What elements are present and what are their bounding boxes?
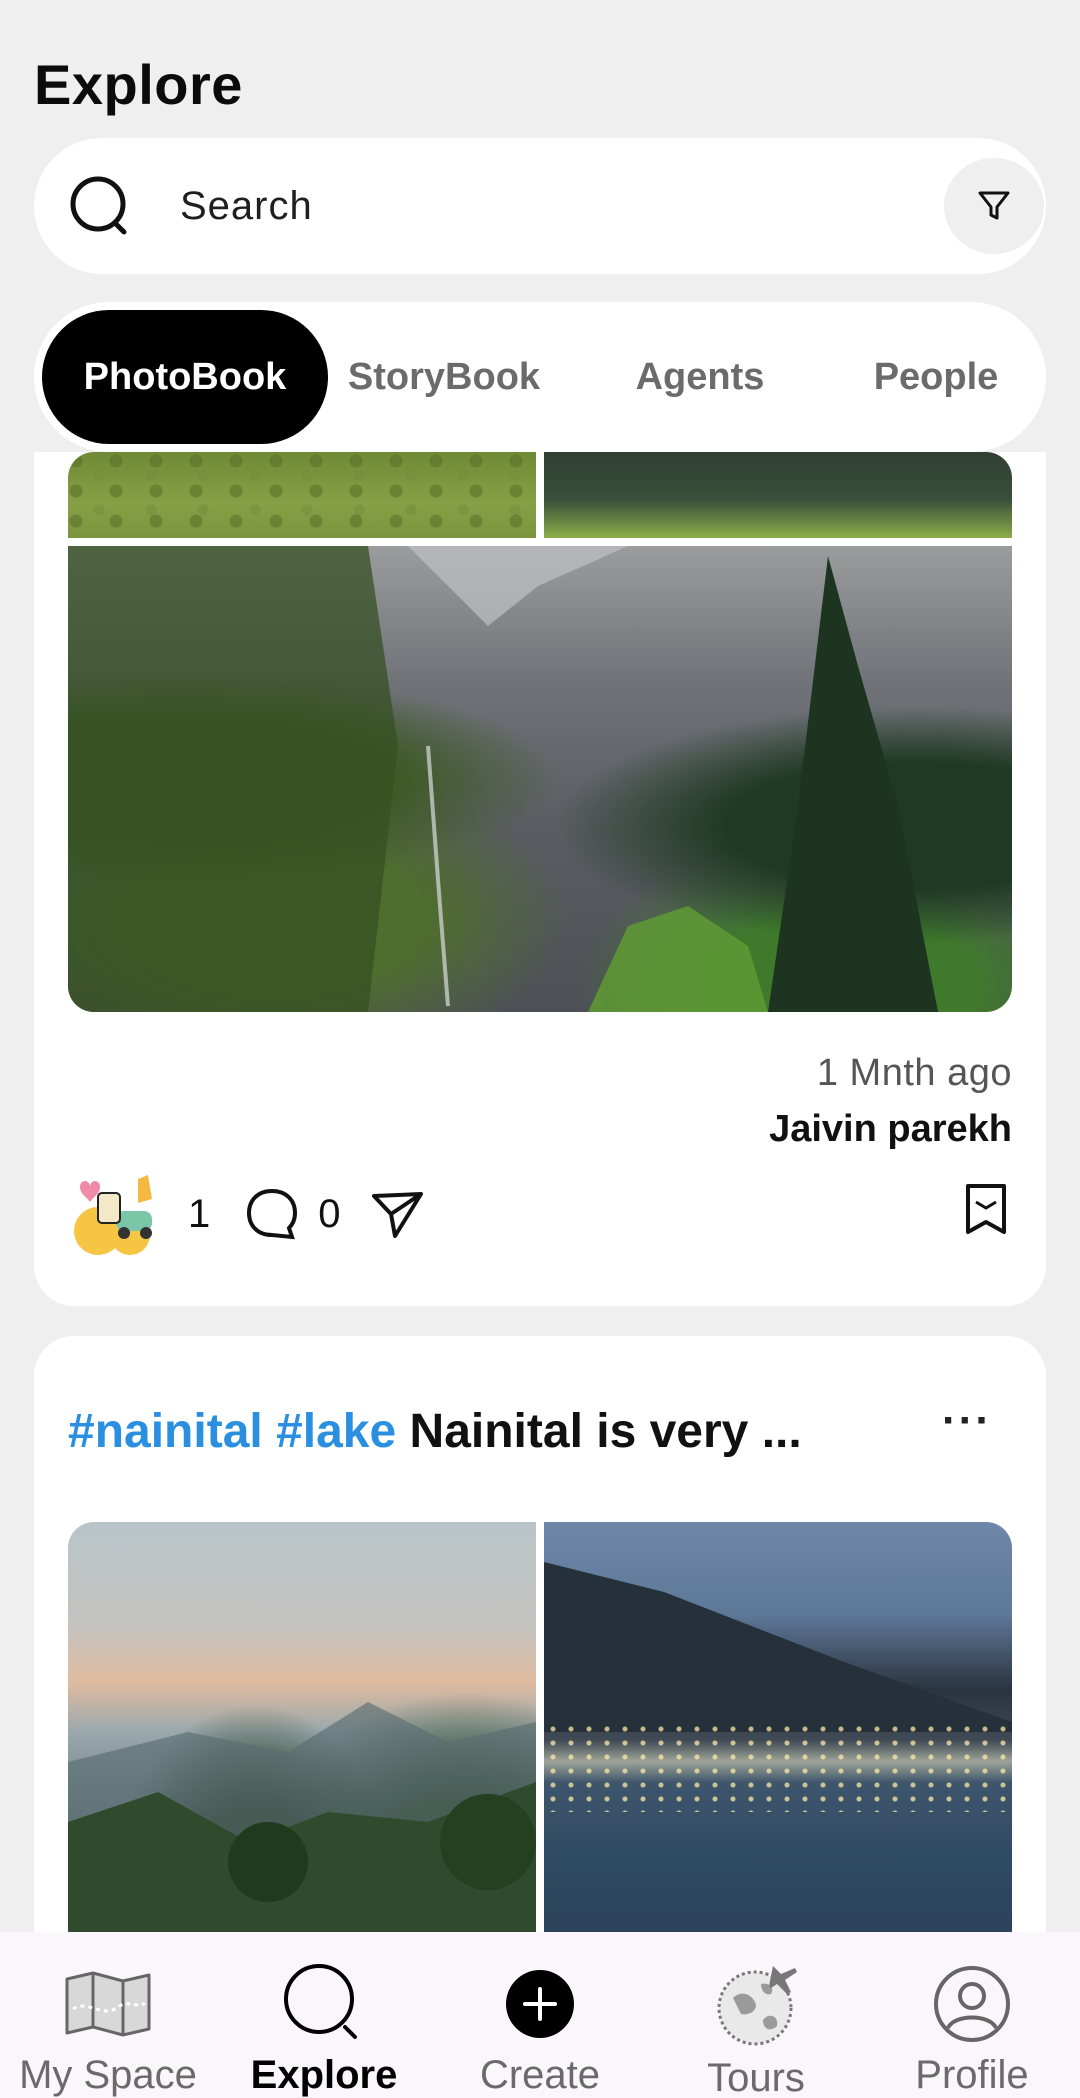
search-icon bbox=[70, 176, 127, 235]
search-bar[interactable]: Search bbox=[34, 138, 1046, 274]
nav-my-space[interactable]: My Space bbox=[0, 1932, 216, 2098]
globe-plane-icon bbox=[717, 1966, 797, 2046]
filter-button[interactable] bbox=[944, 158, 1044, 254]
tab-bar: PhotoBook StoryBook Agents People bbox=[34, 302, 1046, 452]
tab-agents[interactable]: Agents bbox=[620, 310, 780, 444]
tab-people[interactable]: People bbox=[846, 310, 1026, 444]
search-icon bbox=[284, 1963, 357, 2039]
nav-label: Profile bbox=[915, 2053, 1029, 2097]
hashtag[interactable]: #lake bbox=[276, 1405, 396, 1458]
post-photo[interactable] bbox=[544, 452, 1012, 538]
nav-create[interactable]: Create bbox=[432, 1932, 648, 2098]
nav-label: My Space bbox=[19, 2053, 197, 2097]
bookmark-icon[interactable] bbox=[960, 1182, 1012, 1238]
filter-icon bbox=[978, 191, 1010, 220]
page-title: Explore bbox=[34, 53, 243, 116]
plus-circle-icon bbox=[506, 1969, 574, 2038]
comment-count: 0 bbox=[318, 1191, 341, 1236]
feed[interactable]: 1 Mnth ago Jaivin parekh 1 0 #nainital #… bbox=[0, 452, 1080, 1932]
map-icon bbox=[65, 1971, 151, 2036]
nav-explore[interactable]: Explore bbox=[216, 1932, 432, 2098]
nav-label: Explore bbox=[250, 2053, 398, 2097]
post-author[interactable]: Jaivin parekh bbox=[769, 1108, 1012, 1151]
nav-label: Tours bbox=[707, 2056, 805, 2098]
post-photo[interactable] bbox=[544, 1522, 1012, 1932]
profile-icon bbox=[934, 1965, 1010, 2042]
post-photo-large[interactable] bbox=[68, 546, 1012, 1012]
bottom-nav: My Space Explore Create Tours Profile bbox=[0, 1932, 1080, 2098]
post-card: #nainital #lake Nainital is very ... ··· bbox=[34, 1336, 1046, 1932]
nav-label: Create bbox=[479, 2053, 601, 2097]
post-caption[interactable]: #nainital #lake Nainital is very ... bbox=[68, 1404, 802, 1459]
post-actions: 1 0 bbox=[68, 1164, 425, 1264]
post-card: 1 Mnth ago Jaivin parekh 1 0 bbox=[34, 452, 1046, 1306]
search-input[interactable]: Search bbox=[180, 184, 313, 229]
reaction-stack-icon[interactable] bbox=[68, 1169, 168, 1259]
nav-profile[interactable]: Profile bbox=[864, 1932, 1080, 2098]
tab-storybook[interactable]: StoryBook bbox=[344, 310, 544, 444]
tab-photobook[interactable]: PhotoBook bbox=[42, 310, 328, 444]
caption-text: Nainital is very ... bbox=[409, 1405, 802, 1458]
post-photo[interactable] bbox=[68, 452, 536, 538]
more-options-button[interactable]: ··· bbox=[942, 1396, 992, 1446]
reaction-count: 1 bbox=[188, 1191, 211, 1236]
hashtag[interactable]: #nainital bbox=[68, 1405, 263, 1458]
nav-tours[interactable]: Tours bbox=[648, 1932, 864, 2098]
post-photo[interactable] bbox=[68, 1522, 536, 1932]
post-time: 1 Mnth ago bbox=[816, 1052, 1012, 1094]
share-icon[interactable] bbox=[369, 1186, 425, 1242]
comment-icon[interactable] bbox=[244, 1186, 300, 1242]
